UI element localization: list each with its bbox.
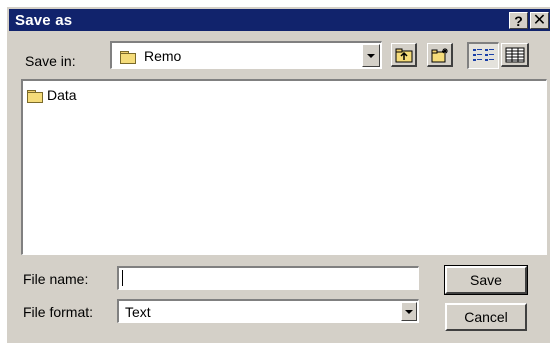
new-folder-button[interactable] <box>427 43 453 67</box>
help-button[interactable]: ? <box>509 12 528 29</box>
current-folder-name: Remo <box>144 48 182 64</box>
file-list[interactable]: Data <box>21 79 547 255</box>
close-icon: ✕ <box>532 11 547 29</box>
title-bar[interactable]: Save as ? ✕ <box>9 9 550 31</box>
new-folder-icon <box>431 47 448 62</box>
chevron-down-icon <box>367 53 375 58</box>
help-icon: ? <box>514 12 523 29</box>
save-in-dropdown-button[interactable] <box>362 44 380 67</box>
list-item[interactable]: Data <box>27 87 77 104</box>
save-in-label: Save in: <box>25 53 76 69</box>
chevron-down-icon <box>405 309 413 314</box>
folder-icon <box>27 87 43 104</box>
up-one-level-icon <box>395 48 412 62</box>
save-in-combobox[interactable]: Remo <box>110 41 382 69</box>
list-view-icon <box>473 49 494 61</box>
folder-icon <box>120 48 136 65</box>
close-button[interactable]: ✕ <box>530 12 549 29</box>
save-button-label: Save <box>470 272 502 288</box>
cancel-button-label: Cancel <box>464 309 508 325</box>
save-button[interactable]: Save <box>444 265 528 295</box>
up-one-level-button[interactable] <box>391 43 417 67</box>
save-as-dialog: Save as ? ✕ Save in: Remo Data File name… <box>6 6 550 343</box>
file-name-label: File name: <box>23 271 89 287</box>
details-view-icon <box>505 47 524 62</box>
file-format-value: Text <box>125 304 151 320</box>
list-view-button[interactable] <box>467 42 499 69</box>
file-name-input[interactable] <box>117 266 419 290</box>
details-view-button[interactable] <box>501 43 529 67</box>
file-format-dropdown-button[interactable] <box>401 302 417 321</box>
dialog-title: Save as <box>15 12 73 29</box>
cancel-button[interactable]: Cancel <box>445 303 527 331</box>
text-caret <box>122 270 123 286</box>
file-format-label: File format: <box>23 304 94 320</box>
list-item-label: Data <box>47 87 77 103</box>
file-format-select[interactable]: Text <box>117 299 419 323</box>
